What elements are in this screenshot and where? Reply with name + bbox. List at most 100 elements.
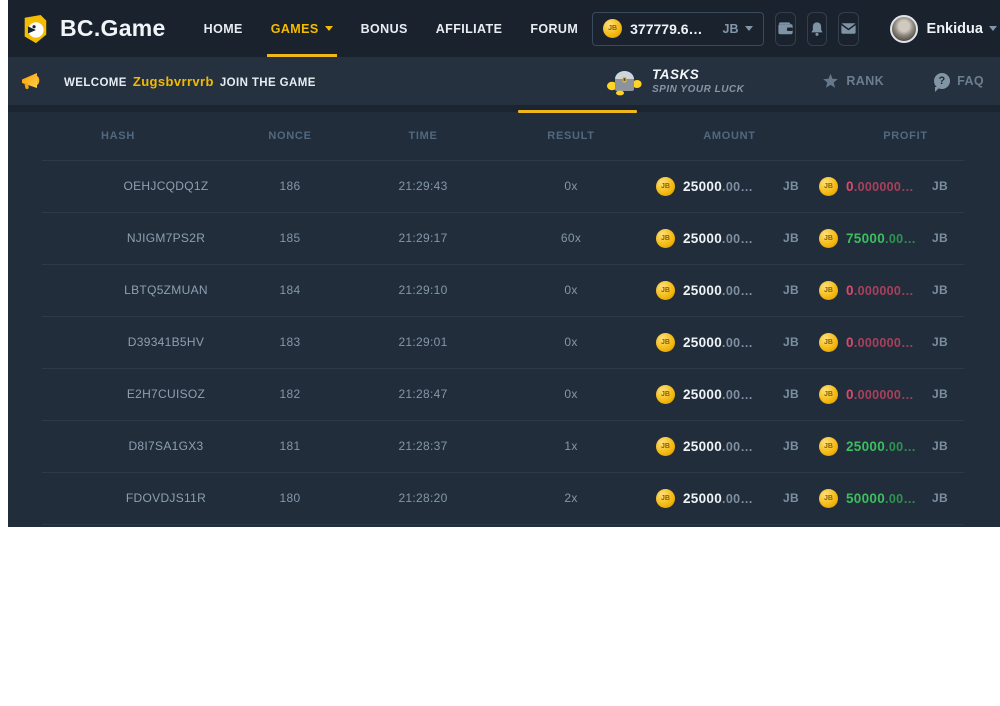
hash-cell: FDOVDJS11R bbox=[8, 491, 228, 505]
nav-bonus[interactable]: BONUS bbox=[347, 0, 422, 57]
announcement-banner: WELCOMEZugsbvrrvrbJOIN THE GAME TASKS SP… bbox=[8, 57, 1000, 105]
amount-value: 25000.00… bbox=[683, 179, 753, 194]
faq-link[interactable]: ? FAQ bbox=[934, 73, 984, 89]
question-icon: ? bbox=[934, 73, 950, 89]
rank-link[interactable]: RANK bbox=[822, 73, 884, 89]
table-bottom-rule bbox=[42, 524, 964, 525]
coin-icon: JB bbox=[819, 229, 838, 248]
result-cell: 0x bbox=[494, 335, 648, 349]
coin-icon: JB bbox=[819, 489, 838, 508]
profit-cell: JB 0.000000… JB bbox=[811, 281, 1000, 300]
col-result: RESULT bbox=[494, 130, 648, 142]
col-time: TIME bbox=[352, 130, 494, 142]
nav-home[interactable]: HOME bbox=[190, 0, 257, 57]
nonce-cell: 183 bbox=[228, 335, 352, 349]
amount-cell: JB 25000.00… JB bbox=[648, 281, 811, 300]
result-cell: 0x bbox=[494, 179, 648, 193]
coin-icon: JB bbox=[656, 385, 675, 404]
nonce-cell: 185 bbox=[228, 231, 352, 245]
star-icon bbox=[822, 73, 839, 89]
amount-unit: JB bbox=[783, 491, 799, 505]
profit-unit: JB bbox=[932, 491, 948, 505]
time-cell: 21:29:43 bbox=[352, 179, 494, 193]
main-nav: HOME GAMES BONUS AFFILIATE FORUM bbox=[190, 0, 593, 57]
megaphone-icon bbox=[20, 70, 44, 92]
nav-affiliate[interactable]: AFFILIATE bbox=[422, 0, 517, 57]
profit-unit: JB bbox=[932, 335, 948, 349]
nav-games[interactable]: GAMES bbox=[257, 0, 347, 57]
table-row[interactable]: E2H7CUISOZ 182 21:28:47 0x JB 25000.00… … bbox=[8, 368, 1000, 420]
amount-unit: JB bbox=[783, 387, 799, 401]
nonce-cell: 182 bbox=[228, 387, 352, 401]
table-row[interactable]: FDOVDJS11R 180 21:28:20 2x JB 25000.00… … bbox=[8, 472, 1000, 524]
wallet-icon bbox=[776, 19, 795, 38]
top-bar: BC.Game HOME GAMES BONUS AFFILIATE FORUM… bbox=[8, 0, 1000, 57]
nonce-cell: 184 bbox=[228, 283, 352, 297]
time-cell: 21:29:17 bbox=[352, 231, 494, 245]
profit-unit: JB bbox=[932, 283, 948, 297]
result-cell: 1x bbox=[494, 439, 648, 453]
balance-value: 377779.6… bbox=[630, 21, 702, 37]
chevron-down-icon bbox=[325, 26, 333, 31]
coin-icon: JB bbox=[603, 19, 622, 38]
amount-value: 25000.00… bbox=[683, 387, 753, 402]
hash-cell: NJIGM7PS2R bbox=[8, 231, 228, 245]
time-cell: 21:29:01 bbox=[352, 335, 494, 349]
amount-cell: JB 25000.00… JB bbox=[648, 437, 811, 456]
nav-forum[interactable]: FORUM bbox=[516, 0, 592, 57]
treasure-chest-icon bbox=[606, 66, 642, 96]
mail-icon bbox=[839, 19, 858, 38]
tasks-widget[interactable]: TASKS SPIN YOUR LUCK bbox=[606, 66, 744, 96]
brand-logo[interactable]: BC.Game bbox=[20, 13, 166, 45]
time-cell: 21:28:47 bbox=[352, 387, 494, 401]
wallet-button[interactable] bbox=[775, 12, 796, 46]
chevron-down-icon bbox=[745, 26, 753, 31]
balance-selector[interactable]: JB 377779.6… JB bbox=[592, 12, 763, 46]
table-row[interactable]: OEHJCQDQ1Z 186 21:29:43 0x JB 25000.00… … bbox=[8, 160, 1000, 212]
profit-value: 0.000000… bbox=[846, 335, 914, 350]
hash-cell: LBTQ5ZMUAN bbox=[8, 283, 228, 297]
profit-unit: JB bbox=[932, 387, 948, 401]
messages-button[interactable] bbox=[838, 12, 859, 46]
avatar bbox=[890, 15, 918, 43]
coin-icon: JB bbox=[656, 229, 675, 248]
banner-right: TASKS SPIN YOUR LUCK RANK ? FAQ bbox=[606, 66, 984, 96]
active-tab-indicator bbox=[518, 110, 637, 113]
coin-icon: JB bbox=[656, 437, 675, 456]
user-menu[interactable]: Enkidua bbox=[890, 15, 997, 43]
result-cell: 2x bbox=[494, 491, 648, 505]
tasks-subtitle: SPIN YOUR LUCK bbox=[652, 84, 744, 95]
result-cell: 60x bbox=[494, 231, 648, 245]
amount-value: 25000.00… bbox=[683, 231, 753, 246]
bcgame-logo-icon bbox=[20, 13, 50, 45]
table-row[interactable]: D8I7SA1GX3 181 21:28:37 1x JB 25000.00… … bbox=[8, 420, 1000, 472]
profit-cell: JB 0.000000… JB bbox=[811, 333, 1000, 352]
profit-value: 0.000000… bbox=[846, 283, 914, 298]
table-row[interactable]: LBTQ5ZMUAN 184 21:29:10 0x JB 25000.00… … bbox=[8, 264, 1000, 316]
time-cell: 21:29:10 bbox=[352, 283, 494, 297]
welcomed-username: Zugsbvrrvrb bbox=[133, 74, 214, 89]
nonce-cell: 186 bbox=[228, 179, 352, 193]
result-cell: 0x bbox=[494, 387, 648, 401]
profit-cell: JB 25000.00… JB bbox=[811, 437, 1000, 456]
nonce-cell: 180 bbox=[228, 491, 352, 505]
time-cell: 21:28:37 bbox=[352, 439, 494, 453]
hash-cell: D39341B5HV bbox=[8, 335, 228, 349]
notifications-button[interactable] bbox=[807, 12, 827, 46]
profit-cell: JB 75000.00… JB bbox=[811, 229, 1000, 248]
amount-cell: JB 25000.00… JB bbox=[648, 385, 811, 404]
amount-cell: JB 25000.00… JB bbox=[648, 229, 811, 248]
profit-cell: JB 50000.00… JB bbox=[811, 489, 1000, 508]
table-row[interactable]: NJIGM7PS2R 185 21:29:17 60x JB 25000.00…… bbox=[8, 212, 1000, 264]
table-row[interactable]: D39341B5HV 183 21:29:01 0x JB 25000.00… … bbox=[8, 316, 1000, 368]
profit-value: 25000.00… bbox=[846, 439, 916, 454]
col-hash: HASH bbox=[8, 130, 228, 142]
nonce-cell: 181 bbox=[228, 439, 352, 453]
amount-cell: JB 25000.00… JB bbox=[648, 177, 811, 196]
hash-cell: D8I7SA1GX3 bbox=[8, 439, 228, 453]
col-nonce: NONCE bbox=[228, 130, 352, 142]
profit-value: 0.000000… bbox=[846, 179, 914, 194]
amount-value: 25000.00… bbox=[683, 439, 753, 454]
hash-cell: OEHJCQDQ1Z bbox=[8, 179, 228, 193]
coin-icon: JB bbox=[819, 385, 838, 404]
